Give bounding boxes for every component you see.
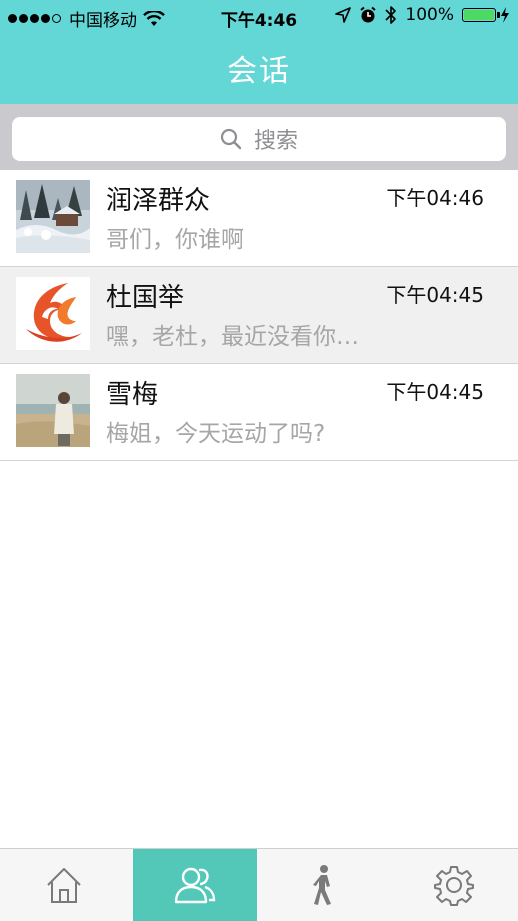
search-bar-container: 搜索	[0, 104, 518, 170]
avatar	[16, 374, 90, 447]
search-input[interactable]: 搜索	[12, 117, 506, 161]
tab-home[interactable]	[2, 849, 126, 921]
gear-icon	[434, 866, 474, 906]
message-time: 下午04:45	[386, 283, 484, 307]
conversation-row[interactable]: 润泽群众 哥们，你谁啊 下午04:46	[0, 170, 518, 267]
status-bar: 中国移动 下午4:46 100%	[0, 0, 518, 34]
status-right: 100%	[327, 5, 510, 25]
contacts-icon	[174, 867, 216, 904]
page-title: 会话	[227, 54, 291, 89]
conversation-row[interactable]: 杜国举 嘿，老杜，最近没看你… 下午04:45	[0, 267, 518, 364]
contact-name: 杜国举	[106, 283, 185, 313]
search-placeholder: 搜索	[253, 129, 298, 154]
walking-person-icon	[313, 865, 331, 905]
snowy-winter-scene-photo	[16, 180, 90, 253]
battery-percent: 100%	[405, 5, 454, 25]
conversation-row[interactable]: 雪梅 梅姐，今天运动了吗? 下午04:45	[0, 364, 518, 461]
alarm-clock-icon	[360, 6, 377, 23]
tab-exercise[interactable]	[262, 849, 386, 921]
contact-name: 润泽群众	[106, 186, 211, 216]
orange-flame-logo	[16, 277, 90, 350]
message-preview: 梅姐，今天运动了吗?	[106, 421, 326, 447]
search-icon	[220, 128, 242, 150]
tab-bar	[0, 848, 518, 921]
message-preview: 嘿，老杜，最近没看你…	[106, 324, 359, 350]
tab-contacts[interactable]	[133, 849, 257, 921]
conversation-list: 润泽群众 哥们，你谁啊 下午04:46 杜国举 嘿，老杜，最近没看你… 下午04…	[0, 170, 518, 461]
avatar	[16, 277, 90, 350]
contact-name: 雪梅	[106, 380, 159, 410]
message-time: 下午04:46	[386, 186, 484, 210]
message-time: 下午04:45	[386, 380, 484, 404]
bluetooth-icon	[385, 6, 397, 24]
location-arrow-icon	[335, 7, 352, 23]
home-icon	[47, 868, 81, 903]
avatar	[16, 180, 90, 253]
tab-settings[interactable]	[392, 849, 516, 921]
battery-icon	[462, 8, 500, 22]
top-bar: 中国移动 下午4:46 100% 会话	[0, 0, 518, 104]
message-preview: 哥们，你谁啊	[106, 227, 244, 253]
beach-person-photo	[16, 374, 90, 447]
charging-bolt-icon	[501, 7, 509, 23]
